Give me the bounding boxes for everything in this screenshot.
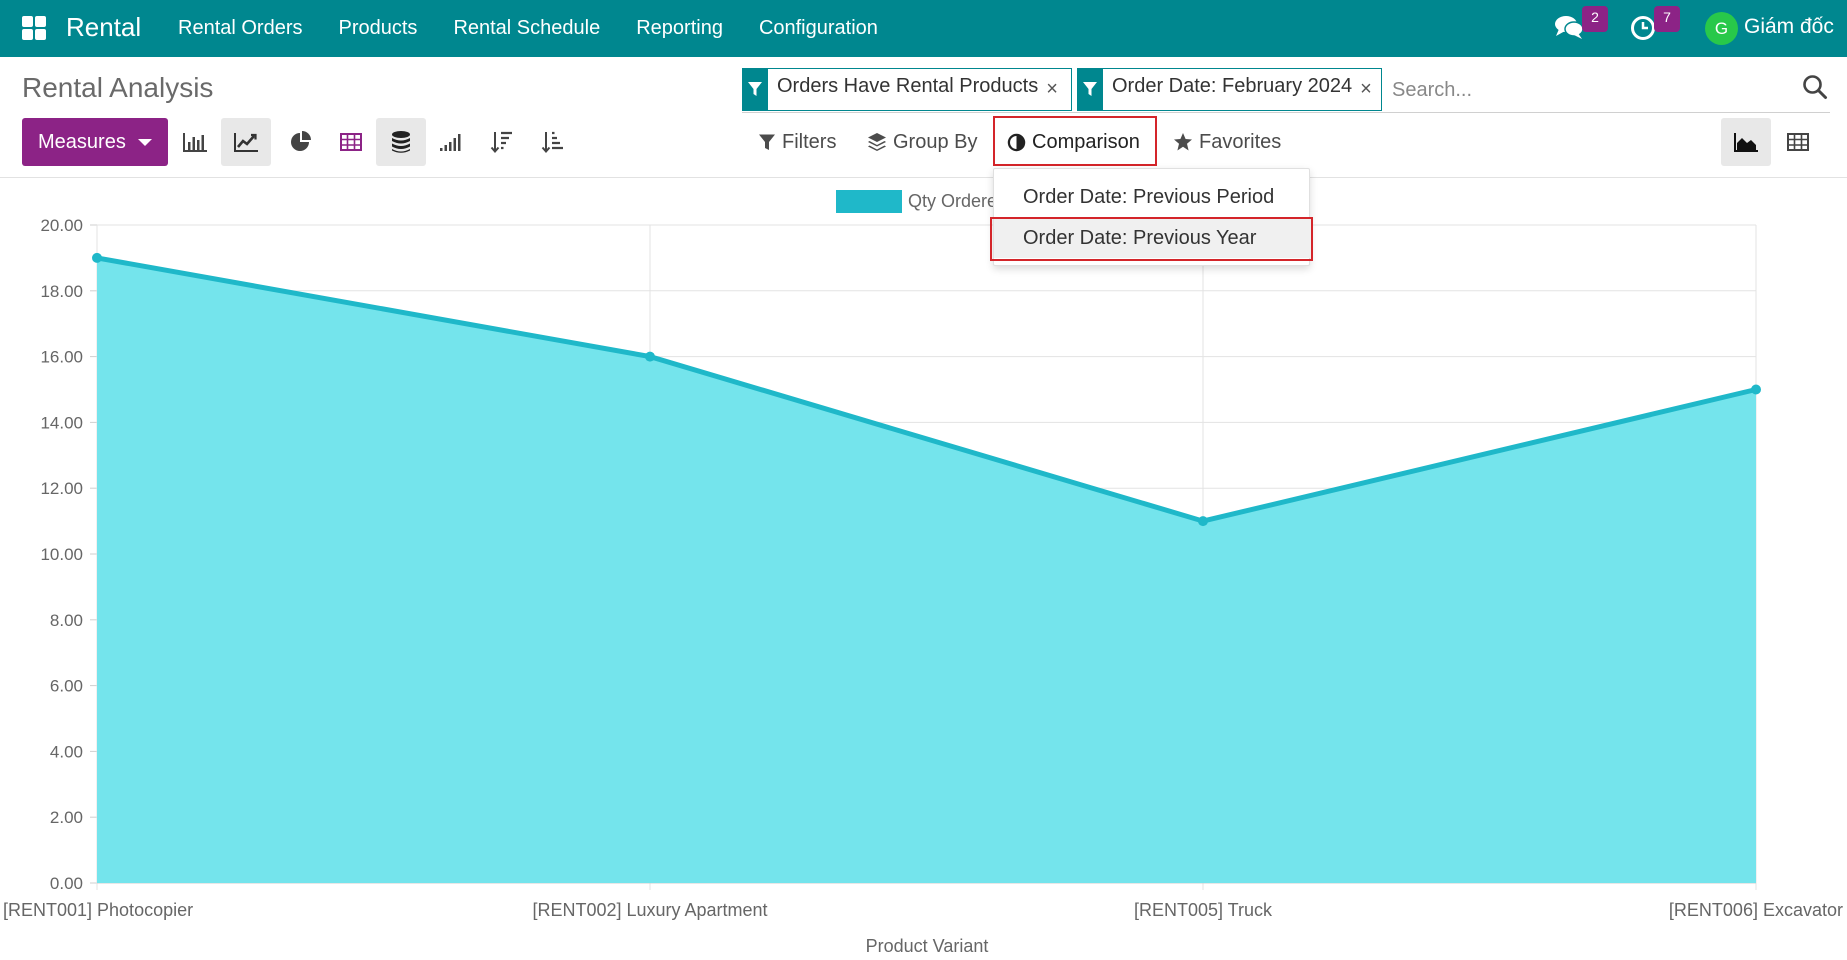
x-axis-ticks: [RENT001] Photocopier [RENT002] Luxury Ap… (3, 900, 1843, 920)
group-by-button[interactable]: Group By (867, 120, 977, 164)
x-tick-label: [RENT005] Truck (1134, 900, 1273, 920)
table-icon (340, 133, 362, 151)
facet-label: Order Date: February 2024 (1112, 75, 1353, 97)
app-brand[interactable]: Rental (66, 12, 141, 43)
favorites-button[interactable]: Favorites (1173, 120, 1281, 164)
page-title: Rental Analysis (22, 72, 214, 103)
pie-chart-icon (291, 131, 311, 151)
y-tick-label: 8.00 (50, 611, 83, 630)
cumulative-button[interactable] (425, 118, 475, 166)
activities-count-badge: 7 (1654, 6, 1680, 32)
y-tick-label: 16.00 (40, 348, 83, 367)
top-navbar: Rental Rental Orders Products Rental Sch… (0, 0, 1847, 57)
filters-label: Filters (782, 130, 837, 153)
layers-icon (868, 133, 886, 151)
area-chart-icon (1734, 133, 1758, 152)
user-name[interactable]: Giám đốc (1744, 15, 1834, 39)
y-tick-label: 14.00 (40, 413, 83, 432)
measures-label: Measures (38, 130, 126, 153)
main-menu: Rental Orders Products Rental Schedule R… (178, 0, 914, 57)
bar-chart-icon (183, 133, 207, 152)
messages-icon[interactable] (1554, 14, 1584, 40)
user-avatar[interactable]: G (1705, 12, 1738, 45)
y-tick-label: 6.00 (50, 677, 83, 696)
sort-descending-button[interactable] (477, 118, 527, 166)
y-tick-label: 18.00 (40, 282, 83, 301)
previous-year-highlight-box (990, 217, 1313, 261)
favorites-label: Favorites (1199, 130, 1282, 153)
data-point[interactable] (1751, 384, 1761, 395)
sort-ascending-button[interactable] (528, 118, 578, 166)
series-area-fill (97, 257, 1756, 883)
menu-item-reporting[interactable]: Reporting (636, 17, 723, 40)
control-panel-divider (0, 177, 1847, 178)
rental-area-chart: 0.00 2.00 4.00 6.00 8.00 10.00 12.00 14.00 16.00… (3, 190, 1843, 956)
sort-ascending-icon (541, 131, 563, 154)
database-stack-icon (392, 131, 410, 153)
y-tick-label: 4.00 (50, 742, 83, 761)
pivot-table-button[interactable] (326, 118, 376, 166)
filter-icon (1077, 67, 1103, 111)
caret-down-icon (137, 138, 152, 146)
menu-item-rental-orders[interactable]: Rental Orders (178, 17, 303, 40)
menu-item-rental-schedule[interactable]: Rental Schedule (453, 17, 600, 40)
graph-view-button[interactable] (1721, 118, 1771, 166)
facet-order-date: Order Date: February 2024 × (1077, 67, 1382, 111)
group-by-label: Group By (893, 130, 978, 153)
x-tick-label: [RENT002] Luxury Apartment (532, 900, 767, 920)
y-tick-label: 12.00 (40, 479, 83, 498)
menu-item-configuration[interactable]: Configuration (759, 17, 878, 40)
facet-label: Orders Have Rental Products (777, 75, 1039, 97)
data-point[interactable] (645, 351, 655, 362)
signal-bars-icon (440, 134, 461, 151)
activities-clock-icon[interactable] (1629, 14, 1657, 42)
comparison-option-previous-period[interactable]: Order Date: Previous Period (994, 177, 1311, 217)
x-tick-label: [RENT006] Excavator (1669, 900, 1843, 920)
y-tick-label: 20.00 (40, 216, 83, 235)
pivot-view-button[interactable] (1773, 118, 1823, 166)
facet-remove-icon[interactable]: × (1046, 78, 1058, 101)
x-tick-label: [RENT001] Photocopier (3, 900, 193, 920)
y-tick-label: 2.00 (50, 808, 83, 827)
data-point[interactable] (1198, 516, 1208, 527)
y-tick-label: 10.00 (40, 545, 83, 564)
line-chart-icon (234, 133, 258, 152)
stacked-button[interactable] (376, 118, 426, 166)
y-axis-ticks: 0.00 2.00 4.00 6.00 8.00 10.00 12.00 14.00 16.00… (40, 216, 83, 893)
facet-rental-products: Orders Have Rental Products × (742, 67, 1072, 111)
measures-button[interactable]: Measures (22, 118, 168, 166)
search-bar: Orders Have Rental Products × Order Date… (742, 67, 1830, 113)
legend-swatch[interactable] (836, 190, 902, 213)
data-point[interactable] (92, 252, 102, 263)
menu-item-products[interactable]: Products (339, 17, 418, 40)
filter-icon (759, 134, 775, 150)
search-input[interactable] (1392, 74, 1772, 106)
search-icon[interactable] (1802, 74, 1828, 100)
table-icon (1787, 133, 1809, 151)
line-chart-button[interactable] (221, 118, 271, 166)
filters-button[interactable]: Filters (758, 120, 836, 164)
legend-label[interactable]: Qty Ordere (908, 191, 997, 211)
facet-remove-icon[interactable]: × (1360, 78, 1372, 101)
star-icon (1174, 133, 1192, 151)
apps-menu-icon[interactable] (22, 16, 46, 40)
filter-icon (742, 67, 768, 111)
pie-chart-button[interactable] (276, 118, 326, 166)
bar-chart-button[interactable] (170, 118, 220, 166)
comparison-highlight-box (993, 116, 1157, 166)
sort-descending-icon (490, 131, 512, 154)
x-axis-title: Product Variant (866, 936, 989, 956)
y-tick-label: 0.00 (50, 874, 83, 893)
messages-count-badge: 2 (1582, 6, 1608, 32)
